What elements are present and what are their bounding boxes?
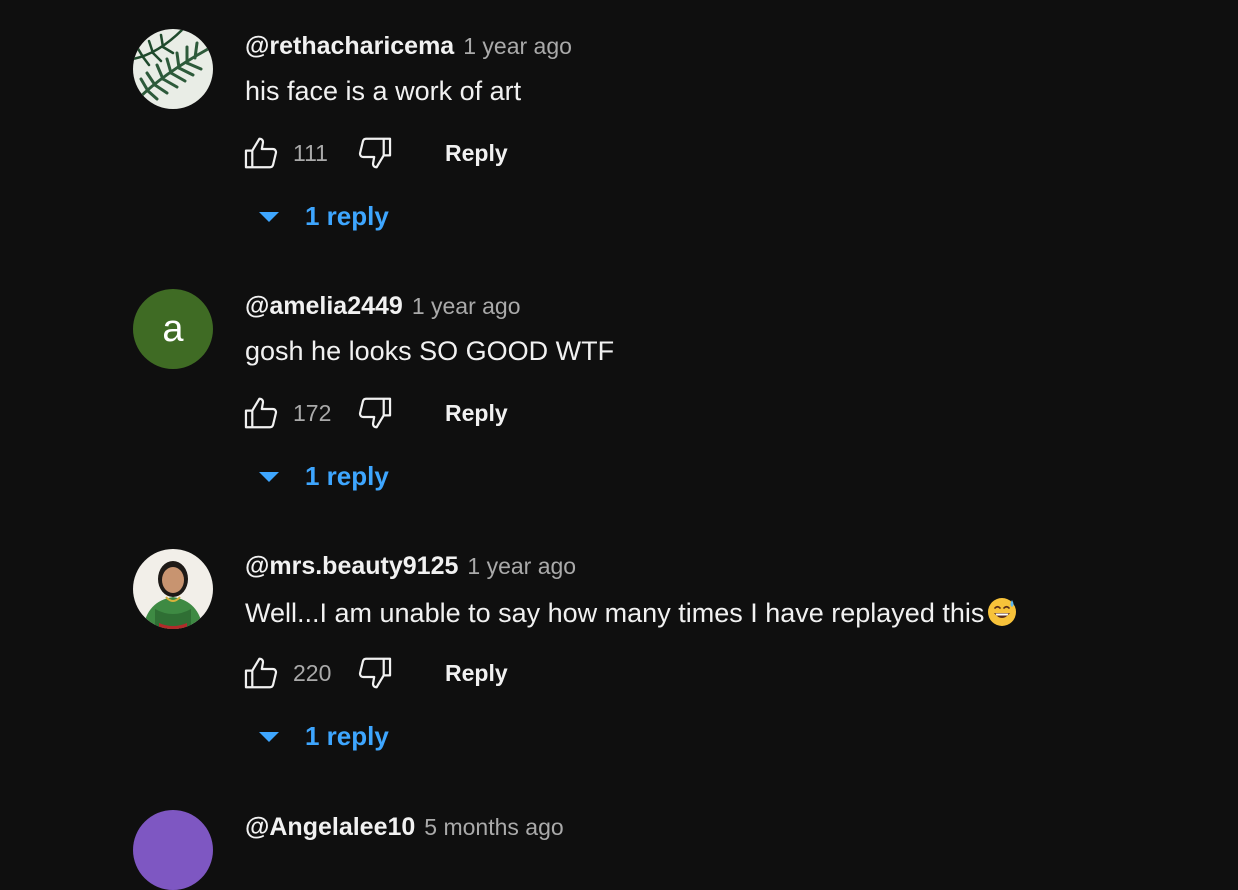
dislike-button[interactable] [355,393,395,433]
comment-header: @rethacharicema 1 year ago [245,32,572,61]
comment-text: Well...I am unable to say how many times… [245,596,1018,629]
reply-button[interactable]: Reply [445,660,508,687]
avatar-letter: a [162,307,184,350]
comment-time[interactable]: 1 year ago [467,553,576,580]
thumbs-up-icon [244,137,278,169]
like-count: 111 [293,139,328,166]
avatar[interactable] [133,810,213,890]
reply-button[interactable]: Reply [445,140,508,167]
caret-down-icon [257,205,281,229]
comment-text-content: Well...I am unable to say how many times… [245,598,985,628]
thumbs-down-icon [358,137,392,169]
comment-time[interactable]: 5 months ago [424,814,563,841]
avatar[interactable] [133,549,213,629]
replies-count-label: 1 reply [305,721,389,751]
thumbs-up-icon [244,397,278,429]
avatar-leaf-image [133,29,213,109]
thumbs-up-icon [244,657,278,689]
like-count: 220 [293,659,332,686]
replies-count-label: 1 reply [305,461,389,491]
dislike-button[interactable] [355,133,395,173]
view-replies-button[interactable]: 1 reply [257,201,389,232]
like-button[interactable] [241,393,281,433]
caret-down-icon [257,725,281,749]
view-replies-button[interactable]: 1 reply [257,461,389,492]
dislike-button[interactable] [355,653,395,693]
avatar[interactable] [133,29,213,109]
thumbs-down-icon [358,657,392,689]
comment-header: @amelia2449 1 year ago [245,292,521,321]
grinning-sweat-emoji-icon [988,598,1017,626]
comment-time[interactable]: 1 year ago [463,33,572,60]
avatar[interactable]: a [133,289,213,369]
comment-actions: 172 Reply [241,393,508,433]
avatar-portrait-photo [133,549,213,629]
like-button[interactable] [241,653,281,693]
caret-down-icon [257,465,281,489]
comment-time[interactable]: 1 year ago [412,293,521,320]
author-name[interactable]: @Angelalee10 [245,813,415,842]
comment-actions: 220 Reply [241,653,508,693]
reply-button[interactable]: Reply [445,400,508,427]
thumbs-down-icon [358,397,392,429]
author-name[interactable]: @rethacharicema [245,32,454,61]
comment-header: @Angelalee10 5 months ago [245,813,564,842]
comment-text: his face is a work of art [245,76,522,106]
comment-header: @mrs.beauty9125 1 year ago [245,552,576,581]
like-count: 172 [293,399,332,426]
view-replies-button[interactable]: 1 reply [257,721,389,752]
author-name[interactable]: @amelia2449 [245,292,403,321]
comment-text: gosh he looks SO GOOD WTF [245,336,615,366]
comment-actions: 111 Reply [241,133,508,173]
replies-count-label: 1 reply [305,201,389,231]
author-name[interactable]: @mrs.beauty9125 [245,552,458,581]
like-button[interactable] [241,133,281,173]
